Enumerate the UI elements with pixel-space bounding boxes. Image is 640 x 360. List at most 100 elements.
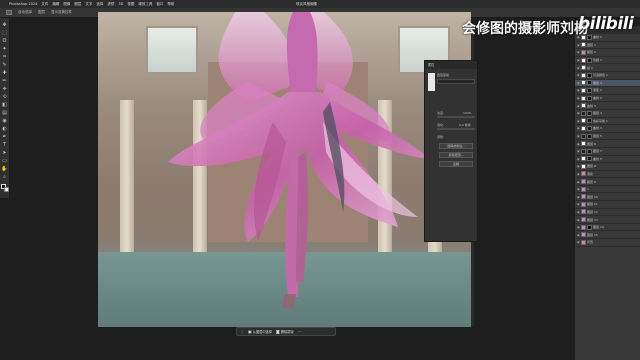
mask-thumbnail[interactable] xyxy=(428,73,435,91)
document-canvas[interactable] xyxy=(98,12,471,327)
visibility-eye-icon[interactable]: ◉ xyxy=(577,149,580,153)
layer-mask-thumbnail[interactable] xyxy=(587,148,592,154)
select-and-mask-button[interactable]: 选择并遮住... xyxy=(439,143,473,149)
marquee-icon[interactable]: ⬚ xyxy=(1,30,8,36)
visibility-eye-icon[interactable]: ◉ xyxy=(577,187,580,191)
layer-row[interactable]: ◉ 图层 12 xyxy=(575,209,640,217)
layer-mask-thumbnail[interactable] xyxy=(587,125,592,131)
gradient-icon[interactable]: ▤ xyxy=(1,110,8,116)
select-from-layer-button[interactable]: ▣ 从图层中选择 xyxy=(248,329,272,334)
lasso-icon[interactable]: ʘ xyxy=(1,38,8,44)
layer-mask-thumbnail[interactable] xyxy=(587,110,592,116)
visibility-eye-icon[interactable]: ◉ xyxy=(577,172,580,176)
layer-thumbnail[interactable] xyxy=(581,49,586,55)
visibility-eye-icon[interactable]: ◉ xyxy=(577,202,580,206)
hand-icon[interactable]: ✋ xyxy=(1,166,8,172)
layer-thumbnail[interactable] xyxy=(581,209,586,215)
layer-thumbnail[interactable] xyxy=(581,110,586,116)
visibility-eye-icon[interactable]: ◉ xyxy=(577,111,580,115)
background-color-swatch[interactable] xyxy=(3,187,9,192)
layer-row[interactable]: ◉ 图层 11 xyxy=(575,201,640,209)
density-slider[interactable] xyxy=(437,116,475,118)
layer-thumbnail[interactable] xyxy=(581,194,586,200)
visibility-eye-icon[interactable]: ◉ xyxy=(577,180,580,184)
layer-row[interactable]: ◉ 图层 6 xyxy=(575,140,640,148)
eyedropper-icon[interactable]: ✎ xyxy=(1,62,8,68)
layer-row[interactable]: ◉ 图层 13 xyxy=(575,216,640,224)
layer-row[interactable]: ◉ 曲线 5 xyxy=(575,156,640,164)
stamp-icon[interactable]: ⎈ xyxy=(1,86,8,92)
layer-row[interactable]: ◉ 组 1 xyxy=(575,64,640,72)
layer-row[interactable]: ◉ 曲线 4 xyxy=(575,125,640,133)
zoom-icon[interactable]: ⌕ xyxy=(1,174,8,180)
layer-thumbnail[interactable] xyxy=(581,156,586,162)
layer-thumbnail[interactable] xyxy=(581,217,586,223)
visibility-eye-icon[interactable]: ◉ xyxy=(577,142,580,146)
layer-row[interactable]: ◉ 图层 4 xyxy=(575,110,640,118)
layer-thumbnail[interactable] xyxy=(581,80,586,86)
layer-thumbnail[interactable] xyxy=(581,141,586,147)
layer-mask-thumbnail[interactable] xyxy=(587,57,592,63)
layer-thumbnail[interactable] xyxy=(581,201,586,207)
layer-thumbnail[interactable] xyxy=(581,186,586,192)
layer-mask-thumbnail[interactable] xyxy=(587,87,592,93)
menu-item[interactable]: 窗口 xyxy=(156,2,163,7)
layer-row[interactable]: ◉ 图层 3 xyxy=(575,79,640,88)
visibility-eye-icon[interactable]: ◉ xyxy=(577,164,580,168)
layer-thumbnail[interactable] xyxy=(581,179,586,185)
move-handle-icon[interactable]: ⋮ xyxy=(240,329,244,334)
layer-row[interactable]: ◉ 曲线 2 xyxy=(575,95,640,103)
menu-item[interactable]: 编辑 xyxy=(52,2,59,7)
layer-mask-thumbnail[interactable] xyxy=(587,72,592,78)
layer-row[interactable]: ◉ 图层 7 xyxy=(575,148,640,156)
layer-thumbnail[interactable] xyxy=(581,239,586,245)
visibility-eye-icon[interactable]: ◉ xyxy=(577,73,580,77)
menu-item[interactable]: 增效工具 xyxy=(138,2,152,7)
layer-row[interactable]: ◉ 背景 xyxy=(575,239,640,247)
layer-mask-thumbnail[interactable] xyxy=(587,118,592,124)
layer-row[interactable]: ◉ 图层 1 xyxy=(575,42,640,50)
blur-icon[interactable]: ◉ xyxy=(1,118,8,124)
option-item[interactable]: 自动选择 xyxy=(18,10,32,15)
more-options-icon[interactable]: ⋯ xyxy=(298,329,302,334)
visibility-eye-icon[interactable]: ◉ xyxy=(577,157,580,161)
layer-row[interactable]: ◉ 可选颜色 1 xyxy=(575,72,640,80)
layer-thumbnail[interactable] xyxy=(581,148,586,154)
layer-row[interactable]: ◉ 渐变 1 xyxy=(575,87,640,95)
layer-row[interactable]: ◉ 图层 15 xyxy=(575,231,640,240)
move-icon[interactable]: ✥ xyxy=(1,22,8,28)
layer-thumbnail[interactable] xyxy=(581,118,586,124)
option-item[interactable]: 显示变换控件 xyxy=(51,10,72,15)
color-range-button[interactable]: 颜色范围... xyxy=(439,152,473,158)
visibility-eye-icon[interactable]: ◉ xyxy=(577,58,580,62)
layer-row[interactable]: ◉ 1 xyxy=(575,186,640,194)
menu-item[interactable]: 滤镜 xyxy=(107,2,114,7)
layer-thumbnail[interactable] xyxy=(581,133,586,139)
visibility-eye-icon[interactable]: ◉ xyxy=(577,233,580,237)
layer-mask-thumbnail[interactable] xyxy=(587,95,592,101)
pen-icon[interactable]: ✒ xyxy=(1,134,8,140)
layer-mask-thumbnail[interactable] xyxy=(587,80,592,86)
visibility-eye-icon[interactable]: ◉ xyxy=(577,225,580,229)
layer-row[interactable]: ◉ 色彩平衡 1 xyxy=(575,118,640,126)
visibility-eye-icon[interactable]: ◉ xyxy=(577,66,580,70)
layer-row[interactable]: ◉ 图层 9 xyxy=(575,178,640,186)
menu-item[interactable]: 视图 xyxy=(127,2,134,7)
density-value[interactable]: 100% xyxy=(463,111,472,115)
dodge-icon[interactable]: ◐ xyxy=(1,126,8,132)
visibility-eye-icon[interactable]: ◉ xyxy=(577,218,580,222)
healing-icon[interactable]: ✚ xyxy=(1,70,8,76)
layer-row[interactable]: ◉ 图层 10 xyxy=(575,193,640,202)
menu-item[interactable]: 图像 xyxy=(63,2,70,7)
visibility-eye-icon[interactable]: ◉ xyxy=(577,210,580,214)
menu-item[interactable]: 文件 xyxy=(41,2,48,7)
layer-mask-thumbnail[interactable] xyxy=(587,133,592,139)
layer-thumbnail[interactable] xyxy=(581,72,586,78)
delete-mask-button[interactable]: ◙ 删除蒙版 xyxy=(276,329,294,334)
visibility-eye-icon[interactable]: ◉ xyxy=(577,43,580,47)
layer-row[interactable]: ◉ 图层 14 xyxy=(575,224,640,232)
layer-thumbnail[interactable] xyxy=(581,224,586,230)
visibility-eye-icon[interactable]: ◉ xyxy=(577,104,580,108)
visibility-eye-icon[interactable]: ◉ xyxy=(577,81,580,85)
invert-button[interactable]: 反相 xyxy=(439,161,473,167)
